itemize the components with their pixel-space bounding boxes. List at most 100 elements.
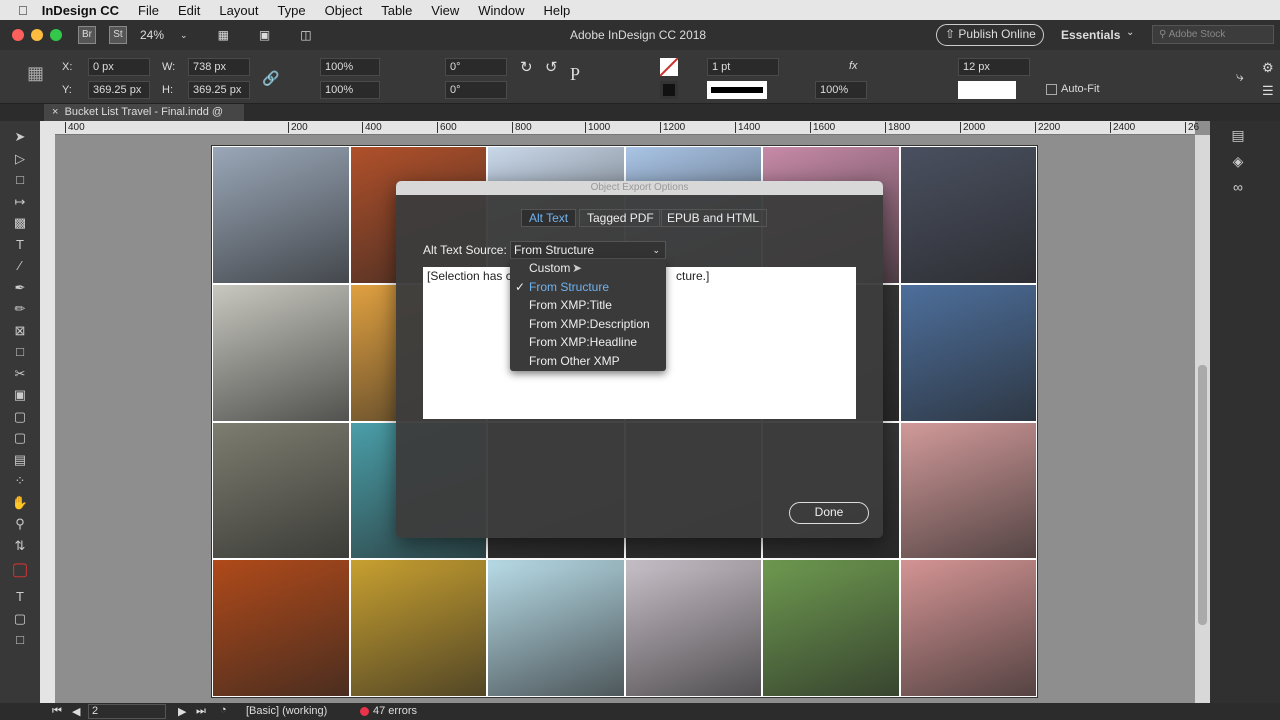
- scale-y-field[interactable]: 100%: [320, 81, 380, 99]
- bridge-button[interactable]: Br: [78, 26, 96, 44]
- next-page-button[interactable]: ▶: [178, 705, 186, 718]
- photo-frame[interactable]: [899, 283, 1037, 422]
- menu-view[interactable]: View: [431, 3, 459, 18]
- width-field[interactable]: 738 px: [188, 58, 250, 76]
- free-transform-tool-icon[interactable]: ▣: [0, 387, 40, 409]
- previous-page-button[interactable]: ◀: [72, 705, 80, 718]
- rotation-field[interactable]: 0°: [445, 58, 507, 76]
- quick-apply-icon[interactable]: ⤷: [1236, 68, 1244, 85]
- menu-file[interactable]: File: [138, 3, 159, 18]
- fill-stroke-icon[interactable]: ▢: [0, 559, 40, 589]
- option-custom[interactable]: Custom ➤: [510, 259, 666, 278]
- rectangle-frame-tool-icon[interactable]: ⊠: [0, 323, 40, 345]
- y-field[interactable]: 369.25 px: [88, 81, 150, 99]
- photo-frame[interactable]: [899, 559, 1037, 697]
- photo-frame[interactable]: [899, 421, 1037, 560]
- horizontal-ruler[interactable]: 400 200 400 600 800 1000 1200 1400 1600 1800 2000 2…: [55, 121, 1199, 135]
- gap-tool-icon[interactable]: ↦: [0, 194, 40, 216]
- links-panel-icon[interactable]: ∞: [1225, 179, 1251, 199]
- arrange-documents-icon[interactable]: ◫: [300, 28, 311, 42]
- scale-x-field[interactable]: 100%: [320, 58, 380, 76]
- gear-icon[interactable]: ⚙: [1262, 60, 1274, 76]
- document-tab[interactable]: × Bucket List Travel - Final.indd @ 24%: [44, 104, 244, 135]
- chevron-down-icon[interactable]: ⌄: [180, 30, 188, 41]
- eyedropper-tool-icon[interactable]: ⁘: [0, 473, 40, 495]
- menu-layout[interactable]: Layout: [219, 3, 258, 18]
- x-field[interactable]: 0 px: [88, 58, 150, 76]
- option-from-xmp-description[interactable]: From XMP:Description: [510, 315, 666, 334]
- stroke-weight-field[interactable]: 1 pt: [707, 58, 779, 76]
- photo-frame[interactable]: [624, 559, 762, 697]
- error-count[interactable]: 47 errors: [373, 705, 417, 717]
- page-number-field[interactable]: 2: [88, 704, 166, 719]
- rotate-counterclockwise-icon[interactable]: ↺: [545, 58, 558, 76]
- stock-button[interactable]: St: [109, 26, 127, 44]
- scissors-tool-icon[interactable]: ✂: [0, 366, 40, 388]
- stroke-type-select[interactable]: [707, 81, 767, 99]
- photo-frame[interactable]: [212, 283, 350, 422]
- vertical-ruler[interactable]: [40, 121, 55, 703]
- preflight-profile[interactable]: [Basic] (working): [246, 705, 327, 717]
- text-path-icon[interactable]: P: [570, 64, 580, 85]
- photo-frame[interactable]: [349, 559, 487, 697]
- option-from-other-xmp[interactable]: From Other XMP: [510, 352, 666, 371]
- tab-alt-text[interactable]: Alt Text: [521, 209, 577, 227]
- auto-fit-checkbox[interactable]: [1046, 84, 1057, 95]
- menu-type[interactable]: Type: [277, 3, 305, 18]
- photo-frame[interactable]: [212, 421, 350, 560]
- zoom-window-button[interactable]: [50, 29, 62, 41]
- chevron-down-icon[interactable]: ⌄: [1126, 27, 1134, 38]
- publish-online-button[interactable]: ⇧ Publish Online: [936, 24, 1044, 46]
- selection-tool-icon[interactable]: ➤: [0, 129, 40, 151]
- zoom-tool-icon[interactable]: ⚲: [0, 516, 40, 538]
- done-button[interactable]: Done: [789, 502, 869, 524]
- menu-table[interactable]: Table: [381, 3, 412, 18]
- close-window-button[interactable]: [12, 29, 24, 41]
- frame-fitting-select[interactable]: [958, 81, 1016, 99]
- zoom-level[interactable]: 24%: [140, 28, 164, 42]
- constrain-proportions-icon[interactable]: 🔗: [262, 70, 279, 87]
- screen-mode-icon[interactable]: ▣: [259, 28, 270, 42]
- type-tool-icon[interactable]: T: [0, 237, 40, 259]
- preflight-icon[interactable]: ◔: [220, 704, 227, 716]
- option-from-xmp-title[interactable]: From XMP:Title: [510, 296, 666, 315]
- fill-swatch[interactable]: [660, 58, 678, 76]
- content-collector-icon[interactable]: ▩: [0, 215, 40, 237]
- page-tool-icon[interactable]: □: [0, 172, 40, 194]
- menu-window[interactable]: Window: [478, 3, 524, 18]
- stroke-swatch[interactable]: [660, 81, 678, 99]
- view-options-icon[interactable]: ▦: [218, 28, 229, 42]
- gradient-swatch-tool-icon[interactable]: ▢: [0, 409, 40, 431]
- menu-object[interactable]: Object: [325, 3, 363, 18]
- photo-frame[interactable]: [487, 559, 625, 697]
- close-icon[interactable]: ×: [52, 106, 58, 118]
- opacity-field[interactable]: 100%: [815, 81, 867, 99]
- rectangle-tool-icon[interactable]: □: [0, 344, 40, 366]
- option-from-structure[interactable]: ✓ From Structure: [510, 278, 666, 297]
- rotate-clockwise-icon[interactable]: ↻: [520, 58, 533, 76]
- default-colors-icon[interactable]: ⇅: [0, 538, 40, 560]
- formatting-affects-icon[interactable]: T: [0, 589, 40, 611]
- photo-frame[interactable]: [762, 559, 900, 697]
- menu-help[interactable]: Help: [544, 3, 571, 18]
- reference-point-icon[interactable]: ▦: [27, 63, 44, 84]
- first-page-button[interactable]: ⏮: [52, 705, 62, 718]
- apple-icon[interactable]: : [18, 3, 28, 18]
- pen-tool-icon[interactable]: ✒: [0, 280, 40, 302]
- effects-icon[interactable]: fx: [849, 60, 858, 72]
- gradient-feather-tool-icon[interactable]: ▢: [0, 430, 40, 452]
- app-menu[interactable]: InDesign CC: [42, 3, 119, 18]
- photo-frame[interactable]: [212, 559, 350, 697]
- line-tool-icon[interactable]: ∕: [0, 258, 40, 280]
- vertical-scrollbar[interactable]: [1195, 135, 1210, 703]
- pages-panel-icon[interactable]: ▤: [1225, 127, 1251, 147]
- photo-frame[interactable]: [899, 146, 1037, 284]
- layers-panel-icon[interactable]: ◈: [1225, 153, 1251, 173]
- direct-selection-tool-icon[interactable]: ▷: [0, 151, 40, 173]
- workspace-switcher[interactable]: Essentials: [1061, 28, 1120, 42]
- note-tool-icon[interactable]: ▤: [0, 452, 40, 474]
- adobe-stock-search[interactable]: ⚲ Adobe Stock: [1152, 25, 1274, 44]
- screen-mode-icon[interactable]: □: [0, 632, 40, 654]
- last-page-button[interactable]: ⏭: [196, 705, 206, 718]
- pencil-tool-icon[interactable]: ✏: [0, 301, 40, 323]
